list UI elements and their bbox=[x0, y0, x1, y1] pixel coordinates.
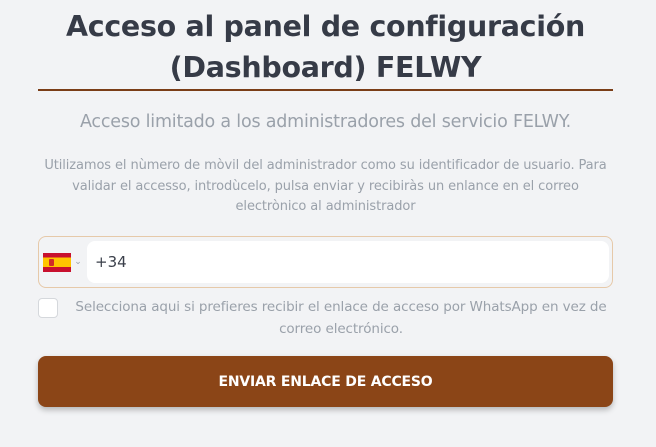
page-title: Acceso al panel de configuración (Dashbo… bbox=[65, 10, 585, 84]
title-divider bbox=[38, 89, 613, 91]
whatsapp-checkbox-label[interactable]: Selecciona aqui si prefieres recibir el … bbox=[62, 296, 620, 340]
spain-flag-icon bbox=[43, 252, 72, 272]
login-panel: Acceso al panel de configuración (Dashbo… bbox=[0, 0, 656, 447]
instructions-text: Utilizamos el nùmero de mòvil del admini… bbox=[44, 158, 607, 214]
whatsapp-checkbox[interactable] bbox=[38, 298, 58, 318]
phone-field: ⌄ bbox=[38, 236, 613, 288]
phone-input[interactable] bbox=[87, 241, 609, 283]
country-selector[interactable]: ⌄ bbox=[39, 237, 86, 287]
chevron-down-icon: ⌄ bbox=[74, 256, 82, 267]
page-subtitle: Acceso limitado a los administradores de… bbox=[79, 112, 572, 132]
send-access-link-button[interactable]: ENVIAR ENLACE DE ACCESO bbox=[38, 356, 613, 407]
